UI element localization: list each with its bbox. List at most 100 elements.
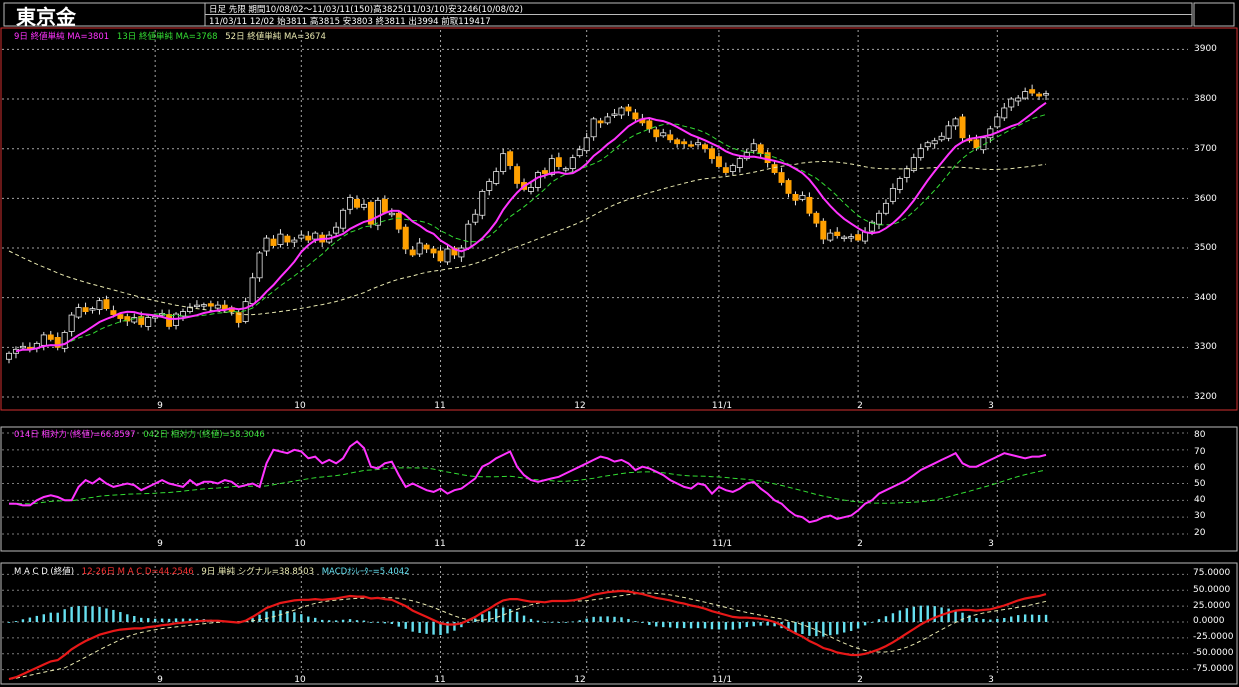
candle-up	[347, 196, 354, 210]
candle-down	[708, 148, 715, 160]
candle-up	[479, 191, 486, 216]
macd-tick-label: 0.0000	[1193, 616, 1225, 626]
price-tick-label: 3200	[1194, 392, 1217, 402]
x-tick-label: 9	[157, 675, 163, 685]
oscillator-bar	[634, 621, 637, 622]
oscillator-bar	[35, 615, 39, 622]
oscillator-bar	[153, 618, 157, 622]
oscillator-bar	[56, 612, 59, 622]
oscillator-bar	[912, 606, 915, 622]
candle-up	[249, 277, 256, 305]
price-legend: 9日 終値単純 MA=3801 13日 終値単純 MA=3768 52日 終値単…	[14, 31, 326, 42]
x-tick-label: 3	[988, 675, 994, 685]
price-tick-label: 3400	[1194, 293, 1217, 303]
macd-tick-label: 50.0000	[1193, 585, 1230, 595]
candle-up	[263, 237, 270, 252]
price-tick-label: 3300	[1194, 342, 1217, 352]
oscillator-bar	[536, 620, 540, 622]
oscillator-bar	[167, 618, 171, 622]
oscillator-bar	[397, 622, 400, 627]
x-tick-label: 12	[574, 401, 585, 411]
oscillator-bar	[1010, 616, 1013, 622]
candle-down	[430, 248, 437, 254]
candle-up	[333, 226, 340, 234]
oscillator-bar	[996, 618, 999, 622]
oscillator-bar	[1017, 615, 1020, 622]
price-tick-label: 3900	[1194, 44, 1217, 54]
oscillator-bar	[98, 606, 101, 622]
signal-legend: 9日 単純 シグナル=38.8503	[201, 566, 314, 577]
rsi14-legend: 014日 相対力 (終値)=66.8597	[14, 429, 136, 440]
oscillator-bar	[1023, 614, 1027, 622]
oscillator-bar	[314, 617, 317, 622]
candle-down	[722, 167, 729, 173]
candle-down	[117, 314, 124, 319]
candle-up	[562, 168, 569, 171]
candle-up	[242, 301, 249, 322]
candle-down	[507, 151, 514, 166]
oscillator-bar	[898, 610, 902, 622]
candle-down	[959, 116, 966, 139]
oscillator-bar	[648, 622, 651, 625]
x-tick-label: 11	[434, 401, 445, 411]
oscillator-bar	[982, 618, 985, 622]
candle-up	[1008, 98, 1015, 108]
candle-up	[500, 153, 507, 172]
oscillator-bar	[119, 612, 122, 622]
oscillator-bar	[411, 622, 414, 632]
candle-up	[388, 212, 395, 216]
oscillator-bar	[849, 622, 853, 631]
oscillator-bar	[160, 618, 164, 622]
oscillator-bar	[613, 616, 616, 622]
oscillator-bar	[724, 622, 728, 630]
oscillator-bar	[689, 622, 693, 629]
oscillator-bar	[870, 622, 874, 623]
candle-up	[75, 307, 82, 318]
rsi42-legend: 042日 相対力 (終値)=58.3046	[143, 429, 265, 440]
oscillator-bar	[404, 622, 407, 629]
oscillator-bar	[390, 622, 393, 624]
candle-down	[834, 231, 841, 237]
oscillator-bar	[759, 622, 762, 626]
oscillator-bar	[49, 612, 52, 622]
candle-down	[423, 244, 430, 250]
candle-down	[402, 226, 409, 250]
oscillator-bar	[808, 622, 811, 636]
price-tick-label: 3700	[1194, 144, 1217, 154]
macd-tick-label: 75.0000	[1193, 568, 1230, 578]
candle-up	[528, 187, 535, 192]
candle-up	[924, 142, 931, 148]
oscillator-bar	[745, 622, 748, 628]
oscillator-bar	[919, 605, 922, 622]
candle-up	[444, 248, 451, 263]
candle-up	[750, 143, 757, 152]
oscillator-bar	[418, 622, 421, 633]
candle-down	[681, 141, 688, 145]
oscillator-bar	[307, 616, 310, 622]
oscillator-bar	[564, 622, 567, 623]
candle-up	[827, 232, 834, 241]
oscillator-bar	[989, 619, 992, 622]
candle-up	[876, 212, 883, 225]
candle-down	[632, 112, 639, 120]
candle-down	[541, 170, 548, 174]
candle-up	[660, 132, 667, 137]
candle-up	[889, 188, 896, 202]
candle-up	[145, 317, 152, 327]
oscillator-bar	[752, 622, 755, 627]
candle-down	[855, 234, 862, 241]
candle-down	[771, 164, 778, 173]
candle-up	[96, 300, 103, 310]
candle-down	[820, 220, 827, 240]
candle-down	[597, 120, 604, 124]
candle-down	[973, 139, 980, 149]
candle-up	[89, 308, 96, 311]
oscillator-bar	[717, 622, 721, 630]
candle-up	[611, 113, 618, 116]
candle-up	[534, 172, 541, 188]
oscillator-bar	[251, 618, 254, 622]
oscillator-bar	[1003, 617, 1006, 622]
oscillator-bar	[265, 611, 268, 622]
candle-up	[465, 223, 472, 249]
rsi-tick-label: 70	[1194, 447, 1206, 457]
